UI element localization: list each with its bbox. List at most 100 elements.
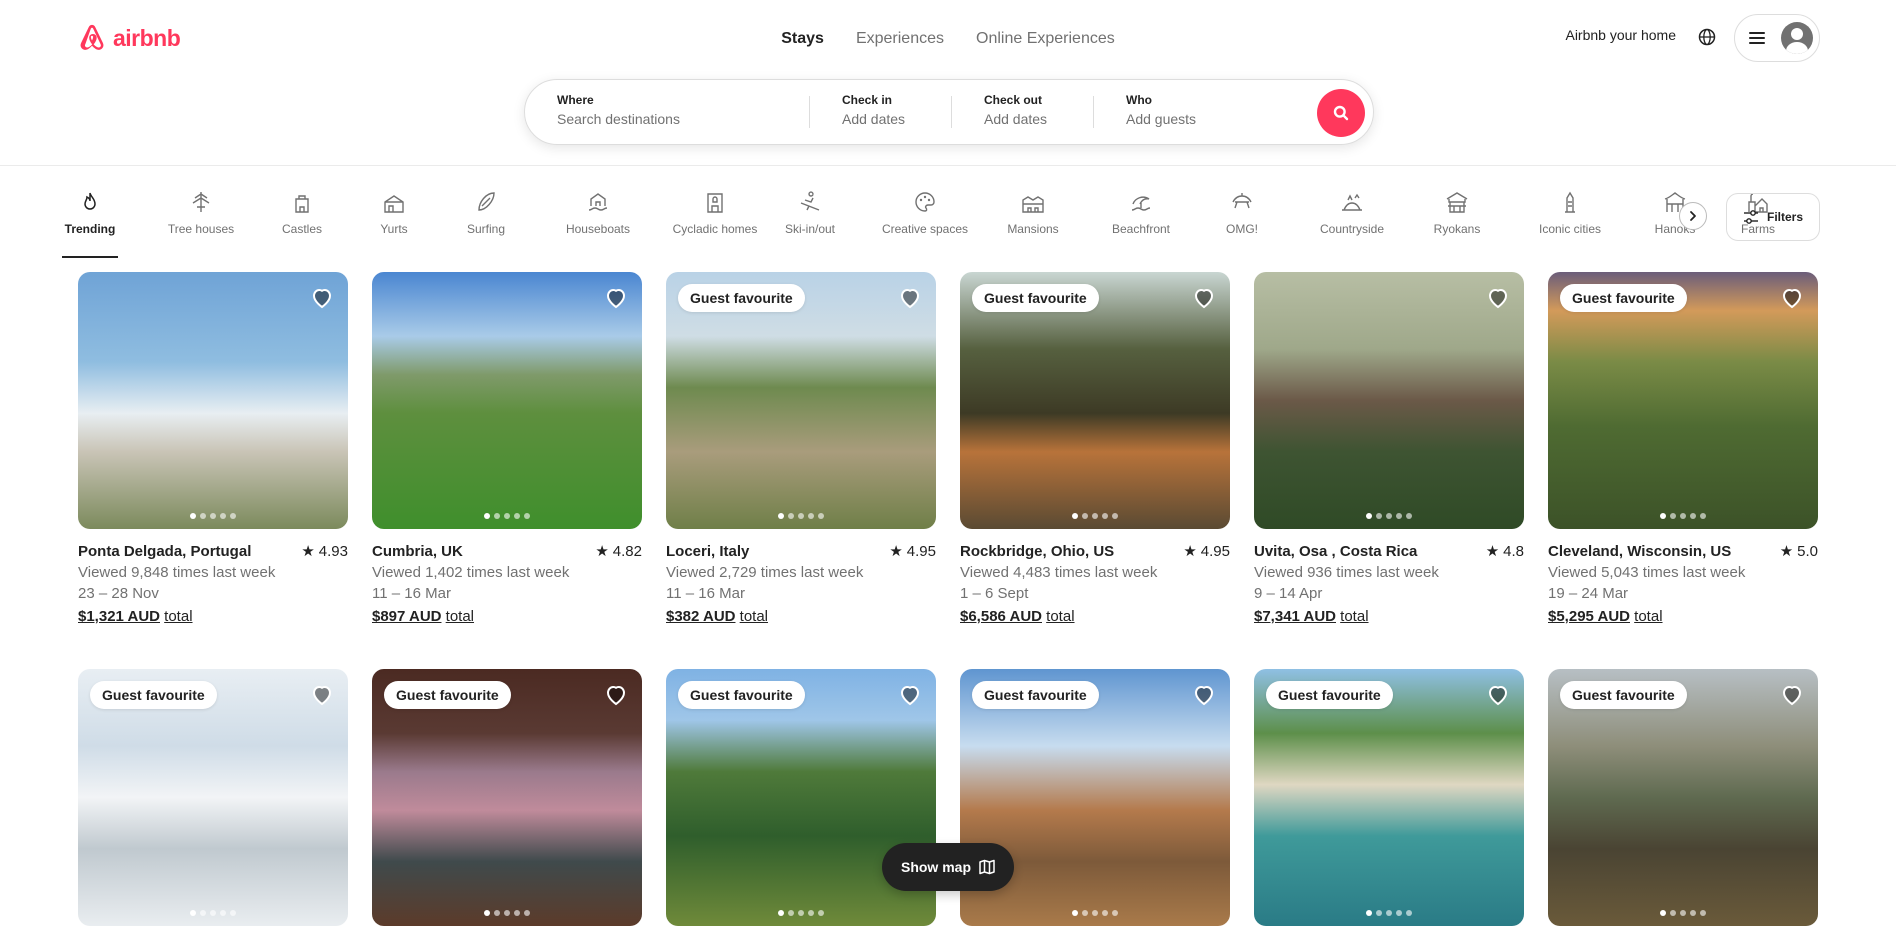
heart-icon[interactable] — [310, 286, 334, 310]
globe-icon[interactable] — [1698, 28, 1716, 46]
search-where[interactable]: Where Search destinations — [525, 79, 809, 145]
search-checkin[interactable]: Check in Add dates — [810, 79, 951, 145]
listing-card[interactable]: Guest favourite — [372, 669, 642, 926]
category-omg[interactable]: OMG! — [1212, 190, 1272, 250]
category-trending[interactable]: Trending — [62, 190, 118, 258]
nav-stays[interactable]: Stays — [765, 26, 840, 52]
show-map-label: Show map — [900, 859, 971, 875]
category-cycladic-homes[interactable]: Cycladic homes — [664, 190, 766, 250]
search-button[interactable] — [1317, 89, 1365, 137]
listing-card[interactable]: Guest favourite Loceri, Italy ★ 4.95 Viewed … — [666, 272, 936, 627]
carousel-dots[interactable] — [666, 513, 936, 519]
listing-photo[interactable]: Guest favourite — [372, 669, 642, 926]
category-yurts[interactable]: Yurts — [364, 190, 424, 250]
listing-price[interactable]: $6,586 AUD total — [960, 606, 1230, 627]
carousel-dots[interactable] — [1254, 910, 1524, 916]
category-tree-houses[interactable]: Tree houses — [150, 190, 252, 250]
listing-photo[interactable] — [1254, 272, 1524, 529]
heart-icon[interactable] — [1192, 683, 1216, 707]
heart-icon[interactable] — [604, 286, 628, 310]
category-countryside[interactable]: Countryside — [1304, 190, 1400, 250]
nav-online-experiences[interactable]: Online Experiences — [960, 26, 1131, 52]
listing-photo[interactable]: Guest favourite — [78, 669, 348, 926]
search-checkout[interactable]: Check out Add dates — [952, 79, 1093, 145]
category-label: Mansions — [1007, 222, 1059, 236]
guest-favourite-badge: Guest favourite — [90, 681, 217, 709]
carousel-dots[interactable] — [666, 910, 936, 916]
star-icon: ★ — [301, 543, 315, 560]
listing-card[interactable]: Cumbria, UK ★ 4.82 Viewed 1,402 times last … — [372, 272, 642, 627]
price-amount: $5,295 AUD — [1548, 608, 1630, 625]
categories-next-button[interactable] — [1679, 202, 1707, 230]
listing-dates: 1 – 6 Sept — [960, 585, 1029, 602]
category-castles[interactable]: Castles — [272, 190, 332, 250]
checkout-input[interactable]: Add dates — [984, 111, 1093, 127]
category-label: OMG! — [1226, 222, 1258, 236]
carousel-dots[interactable] — [960, 513, 1230, 519]
listing-photo[interactable] — [78, 272, 348, 529]
show-map-button[interactable]: Show map — [882, 843, 1014, 891]
category-label: Beachfront — [1111, 222, 1171, 236]
carousel-dots[interactable] — [1548, 513, 1818, 519]
listing-rating: ★ 4.95 — [1183, 541, 1230, 562]
star-icon: ★ — [595, 543, 609, 560]
header: airbnb Stays Experiences Online Experien… — [0, 0, 1896, 166]
heart-icon[interactable] — [310, 683, 334, 707]
listing-card[interactable]: Guest favourite Cleveland, Wisconsin, US ★… — [1548, 272, 1818, 627]
carousel-dots[interactable] — [372, 513, 642, 519]
category-surfing[interactable]: Surfing — [456, 190, 516, 250]
category-creative-spaces[interactable]: Creative spaces — [870, 190, 980, 250]
where-input[interactable]: Search destinations — [557, 111, 809, 127]
listing-dates: 11 – 16 Mar — [666, 585, 745, 602]
heart-icon[interactable] — [1486, 286, 1510, 310]
price-amount: $382 AUD — [666, 608, 736, 625]
listing-price[interactable]: $5,295 AUD total — [1548, 606, 1818, 627]
price-suffix: total — [164, 608, 193, 625]
listing-photo[interactable]: Guest favourite — [1548, 272, 1818, 529]
category-ski-in-out[interactable]: Ski-in/out — [782, 190, 838, 250]
heart-icon[interactable] — [604, 683, 628, 707]
category-iconic-cities[interactable]: Iconic cities — [1522, 190, 1618, 250]
carousel-dots[interactable] — [960, 910, 1230, 916]
listing-card[interactable]: Guest favourite — [78, 669, 348, 926]
heart-icon[interactable] — [1780, 683, 1804, 707]
checkin-input[interactable]: Add dates — [842, 111, 951, 127]
user-menu-button[interactable] — [1734, 14, 1820, 62]
listing-views: Viewed 2,729 times last week — [666, 564, 864, 581]
star-icon: ★ — [889, 543, 903, 560]
heart-icon[interactable] — [898, 683, 922, 707]
airbnb-your-home-link[interactable]: Airbnb your home — [1565, 27, 1676, 43]
listing-card[interactable]: Guest favourite Rockbridge, Ohio, US ★ 4.95… — [960, 272, 1230, 627]
filters-button[interactable]: Filters — [1726, 193, 1820, 241]
carousel-dots[interactable] — [1254, 513, 1524, 519]
carousel-dots[interactable] — [372, 910, 642, 916]
listing-card[interactable]: Guest favourite — [1548, 669, 1818, 926]
listing-photo[interactable] — [372, 272, 642, 529]
heart-icon[interactable] — [1780, 286, 1804, 310]
listing-price[interactable]: $897 AUD total — [372, 606, 642, 627]
who-input[interactable]: Add guests — [1126, 111, 1294, 127]
listing-price[interactable]: $7,341 AUD total — [1254, 606, 1524, 627]
nav-experiences[interactable]: Experiences — [840, 26, 960, 52]
listing-card[interactable]: Ponta Delgada, Portugal ★ 4.93 Viewed 9,848… — [78, 272, 348, 627]
heart-icon[interactable] — [1486, 683, 1510, 707]
listing-price[interactable]: $1,321 AUD total — [78, 606, 348, 627]
category-mansions[interactable]: Mansions — [998, 190, 1068, 250]
listing-photo[interactable]: Guest favourite — [1254, 669, 1524, 926]
category-beachfront[interactable]: Beachfront — [1094, 190, 1188, 250]
listing-price[interactable]: $382 AUD total — [666, 606, 936, 627]
listing-photo[interactable]: Guest favourite — [666, 272, 936, 529]
category-houseboats[interactable]: Houseboats — [548, 190, 648, 250]
listing-photo[interactable]: Guest favourite — [960, 272, 1230, 529]
carousel-dots[interactable] — [78, 910, 348, 916]
carousel-dots[interactable] — [1548, 910, 1818, 916]
category-ryokans[interactable]: Ryokans — [1422, 190, 1492, 250]
listing-photo[interactable]: Guest favourite — [1548, 669, 1818, 926]
listing-card[interactable]: Guest favourite — [1254, 669, 1524, 926]
search-who[interactable]: Who Add guests — [1094, 79, 1294, 145]
heart-icon[interactable] — [898, 286, 922, 310]
price-amount: $1,321 AUD — [78, 608, 160, 625]
listing-card[interactable]: Uvita, Osa , Costa Rica ★ 4.8 Viewed 936 ti… — [1254, 272, 1524, 627]
heart-icon[interactable] — [1192, 286, 1216, 310]
carousel-dots[interactable] — [78, 513, 348, 519]
